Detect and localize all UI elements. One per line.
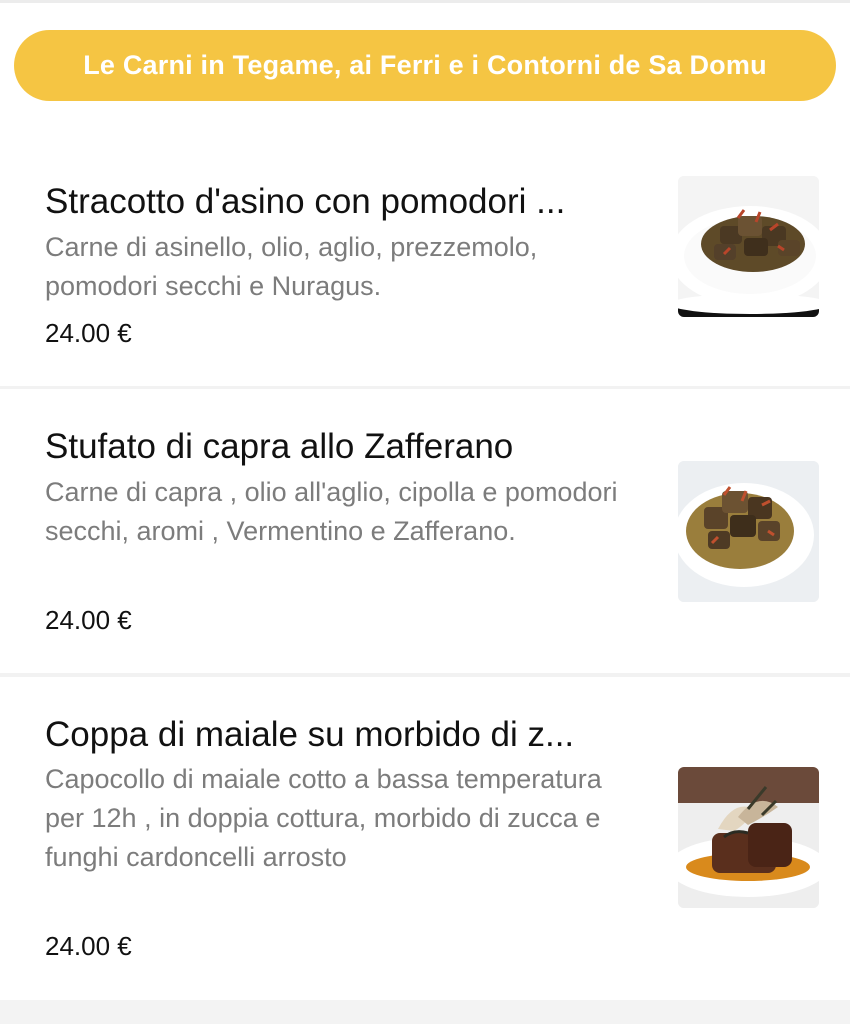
menu-item-description: Carne di asinello, olio, aglio, prezzemo… [45, 232, 538, 301]
menu-item[interactable]: Stufato di capra allo Zafferano Carne di… [0, 389, 850, 673]
menu-item-title: Stracotto d'asino con pomodori ... [45, 182, 566, 221]
menu-item[interactable]: Coppa di maiale su morbido di z... Capoc… [0, 677, 850, 1000]
menu-item-price: 24.00 € [45, 318, 132, 348]
menu-item-description: Capocollo di maiale cotto a bassa temper… [45, 764, 602, 872]
goat-stew-dish-icon [678, 461, 819, 602]
category-title: Le Carni in Tegame, ai Ferri e i Contorn… [83, 50, 767, 80]
menu-item-title: Coppa di maiale su morbido di z... [45, 715, 575, 754]
category-header-button[interactable]: Le Carni in Tegame, ai Ferri e i Contorn… [14, 30, 836, 101]
top-divider [0, 0, 850, 3]
menu-item-price: 24.00 € [45, 931, 132, 961]
menu-item-title: Stufato di capra allo Zafferano [45, 427, 514, 466]
menu-item[interactable]: Stracotto d'asino con pomodori ... Carne… [0, 150, 850, 386]
stewed-meat-dish-icon [678, 176, 819, 317]
list-footer-band [0, 1000, 850, 1024]
menu-item-description: Carne di capra , olio all'aglio, cipolla… [45, 477, 618, 546]
pork-with-mushrooms-dish-icon [678, 767, 819, 908]
menu-item-price: 24.00 € [45, 605, 132, 635]
menu-page: Le Carni in Tegame, ai Ferri e i Contorn… [0, 0, 850, 1024]
